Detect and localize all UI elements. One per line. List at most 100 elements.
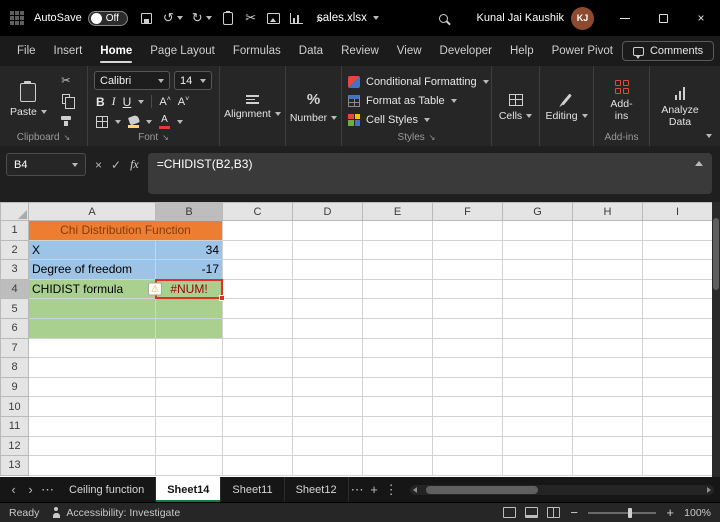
cell-F5[interactable] <box>432 298 503 319</box>
cell-D13[interactable] <box>292 455 363 476</box>
comments-button[interactable]: Comments <box>621 41 715 61</box>
app-launcher-icon[interactable] <box>10 10 25 26</box>
cell-E5[interactable] <box>362 298 433 319</box>
italic-button[interactable]: I <box>112 94 116 109</box>
tab-splitter[interactable]: ⋮ <box>383 477 400 502</box>
format-painter-button[interactable] <box>56 110 76 126</box>
cell-B11[interactable] <box>155 415 223 437</box>
row-header-9[interactable]: 9 <box>0 376 29 398</box>
cell-H1[interactable] <box>572 220 643 241</box>
cells-menu-button[interactable]: Cells <box>498 71 533 144</box>
cell-C11[interactable] <box>222 415 293 437</box>
column-header-A[interactable]: A <box>28 202 156 221</box>
formula-input[interactable]: =CHIDIST(B2,B3) <box>147 153 712 194</box>
cell-D4[interactable] <box>292 278 363 300</box>
cell-H3[interactable] <box>572 259 643 280</box>
cell-H13[interactable] <box>572 455 643 476</box>
cell-G2[interactable] <box>502 239 573 261</box>
cell-A10[interactable] <box>28 396 156 417</box>
cell-A7[interactable] <box>28 337 156 359</box>
search-button[interactable] <box>432 8 454 28</box>
sheet-nav-left-button[interactable]: ‹ <box>5 477 22 502</box>
cell-F9[interactable] <box>432 376 503 398</box>
select-all-button[interactable] <box>0 202 29 221</box>
row-header-4[interactable]: 4 <box>0 278 29 300</box>
tab-insert[interactable]: Insert <box>45 36 92 66</box>
tab-developer[interactable]: Developer <box>431 36 501 66</box>
account-button[interactable]: Kunal Jai Kaushik KJ <box>477 6 594 30</box>
cell-A11[interactable] <box>28 415 156 437</box>
sheet-tab-ceiling-function[interactable]: Ceiling function <box>58 477 157 502</box>
cell-I6[interactable] <box>642 317 712 339</box>
number-menu-button[interactable]: % Number <box>290 71 338 144</box>
cell-H10[interactable] <box>572 396 643 417</box>
cut-button[interactable]: ✂ <box>56 72 76 88</box>
cell-H9[interactable] <box>572 376 643 398</box>
cell-D7[interactable] <box>292 337 363 359</box>
tab-home[interactable]: Home <box>91 36 141 66</box>
cell-G13[interactable] <box>502 455 573 476</box>
minimize-button[interactable] <box>606 0 644 36</box>
column-header-E[interactable]: E <box>362 202 433 221</box>
row-header-10[interactable]: 10 <box>0 396 29 417</box>
cell-A1[interactable]: Chi Distribution Function <box>28 220 223 241</box>
column-header-C[interactable]: C <box>222 202 293 221</box>
cell-B13[interactable] <box>155 455 223 476</box>
row-header-11[interactable]: 11 <box>0 415 29 437</box>
cell-B12[interactable] <box>155 435 223 457</box>
row-header-8[interactable]: 8 <box>0 357 29 378</box>
cell-H6[interactable] <box>572 317 643 339</box>
bold-button[interactable]: B <box>96 95 105 109</box>
cell-F4[interactable] <box>432 278 503 300</box>
cell-D8[interactable] <box>292 357 363 378</box>
cell-E13[interactable] <box>362 455 433 476</box>
font-size-combo[interactable]: 14 <box>174 71 212 90</box>
vertical-scroll-thumb[interactable] <box>713 218 719 290</box>
cell-F6[interactable] <box>432 317 503 339</box>
conditional-formatting-button[interactable]: Conditional Formatting <box>348 73 489 90</box>
maximize-button[interactable] <box>644 0 682 36</box>
cell-D10[interactable] <box>292 396 363 417</box>
cell-D11[interactable] <box>292 415 363 437</box>
cell-E8[interactable] <box>362 357 433 378</box>
horizontal-scroll-thumb[interactable] <box>425 485 538 494</box>
row-header-2[interactable]: 2 <box>0 239 29 261</box>
cell-A2[interactable]: X <box>28 239 156 261</box>
horizontal-scrollbar[interactable] <box>409 484 714 495</box>
cell-I9[interactable] <box>642 376 712 398</box>
cell-B6[interactable] <box>155 317 223 339</box>
cell-E6[interactable] <box>362 317 433 339</box>
cell-I8[interactable] <box>642 357 712 378</box>
paste-button[interactable]: Paste <box>6 71 51 130</box>
cell-C3[interactable] <box>222 259 293 280</box>
page-layout-view-button[interactable] <box>525 507 539 518</box>
tab-data[interactable]: Data <box>290 36 332 66</box>
scroll-left-arrow-icon[interactable] <box>412 486 417 493</box>
cell-C5[interactable] <box>222 298 293 319</box>
cell-B10[interactable] <box>155 396 223 417</box>
cell-B9[interactable] <box>155 376 223 398</box>
cell-F7[interactable] <box>432 337 503 359</box>
cell-C6[interactable] <box>222 317 293 339</box>
cell-F2[interactable] <box>432 239 503 261</box>
cell-H2[interactable] <box>572 239 643 261</box>
zoom-slider[interactable] <box>588 507 657 518</box>
cell-F13[interactable] <box>432 455 503 476</box>
cell-C9[interactable] <box>222 376 293 398</box>
analyze-data-button[interactable]: Analyze Data <box>656 71 704 144</box>
cell-B8[interactable] <box>155 357 223 378</box>
sheet-tab-sheet11[interactable]: Sheet11 <box>221 477 285 502</box>
column-header-B[interactable]: B <box>155 202 223 221</box>
font-dialog-launcher[interactable]: ↘ <box>162 133 169 142</box>
cell-I11[interactable] <box>642 415 712 437</box>
normal-view-button[interactable] <box>503 507 517 518</box>
cell-B2[interactable]: 34 <box>155 239 223 261</box>
column-header-G[interactable]: G <box>502 202 573 221</box>
cell-D9[interactable] <box>292 376 363 398</box>
cell-F1[interactable] <box>432 220 503 241</box>
cell-H5[interactable] <box>572 298 643 319</box>
cell-F10[interactable] <box>432 396 503 417</box>
cell-H7[interactable] <box>572 337 643 359</box>
cell-A6[interactable] <box>28 317 156 339</box>
cell-C2[interactable] <box>222 239 293 261</box>
